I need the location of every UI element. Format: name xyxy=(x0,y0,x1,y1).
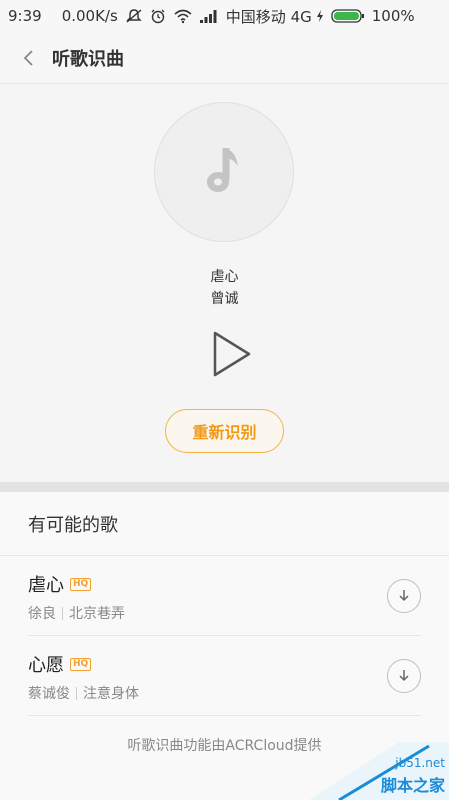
mute-icon xyxy=(125,8,143,24)
status-bar: 9:39 0.00K/s 中国移动 4G 100% xyxy=(0,0,449,32)
signal-icon xyxy=(199,9,219,23)
watermark-logo: jb51.net 脚本之家 xyxy=(309,742,449,800)
watermark-name: 脚本之家 xyxy=(380,776,445,795)
status-battery-percent: 100% xyxy=(371,7,415,25)
music-note-icon xyxy=(207,148,238,192)
alarm-icon xyxy=(149,8,167,24)
separator xyxy=(76,686,77,700)
song-artist: 徐良 xyxy=(28,606,56,622)
back-chevron-icon[interactable] xyxy=(16,46,40,70)
song-album: 注意身体 xyxy=(83,686,139,702)
watermark-site: jb51.net xyxy=(395,756,445,770)
album-art-placeholder xyxy=(154,102,294,242)
song-list-item[interactable]: 心愿 HQ 蔡诚俊 注意身体 xyxy=(28,636,421,716)
download-icon[interactable] xyxy=(387,659,421,693)
charging-icon xyxy=(315,9,325,23)
battery-icon xyxy=(331,8,365,24)
possible-songs-section: 有可能的歌 虐心 HQ 徐良 北京巷弄 心愿 HQ 蔡诚俊 注意身体 听歌识曲功… xyxy=(0,492,449,800)
status-time: 9:39 xyxy=(8,7,42,25)
song-title: 心愿 xyxy=(28,655,64,676)
rerecognize-button[interactable]: 重新识别 xyxy=(165,409,284,453)
hq-badge: HQ xyxy=(70,657,92,671)
play-icon[interactable] xyxy=(206,328,256,380)
recognized-song-title: 虐心 xyxy=(210,269,239,285)
wifi-icon xyxy=(173,8,193,24)
recognized-song-artist: 曾诚 xyxy=(210,291,239,307)
song-title: 虐心 xyxy=(28,575,64,596)
title-bar: 听歌识曲 xyxy=(0,32,449,84)
status-network-speed: 0.00K/s xyxy=(61,7,118,25)
song-artist: 蔡诚俊 xyxy=(28,686,70,702)
section-divider xyxy=(0,482,449,492)
hq-badge: HQ xyxy=(70,577,92,591)
download-icon[interactable] xyxy=(387,579,421,613)
song-album: 北京巷弄 xyxy=(69,606,125,622)
possible-songs-heading: 有可能的歌 xyxy=(0,492,449,556)
page-title: 听歌识曲 xyxy=(52,48,124,70)
song-list-item[interactable]: 虐心 HQ 徐良 北京巷弄 xyxy=(28,556,421,636)
status-carrier: 中国移动 4G xyxy=(225,7,312,26)
separator xyxy=(62,606,63,620)
recognition-result: 虐心 曾诚 重新识别 xyxy=(0,84,449,482)
